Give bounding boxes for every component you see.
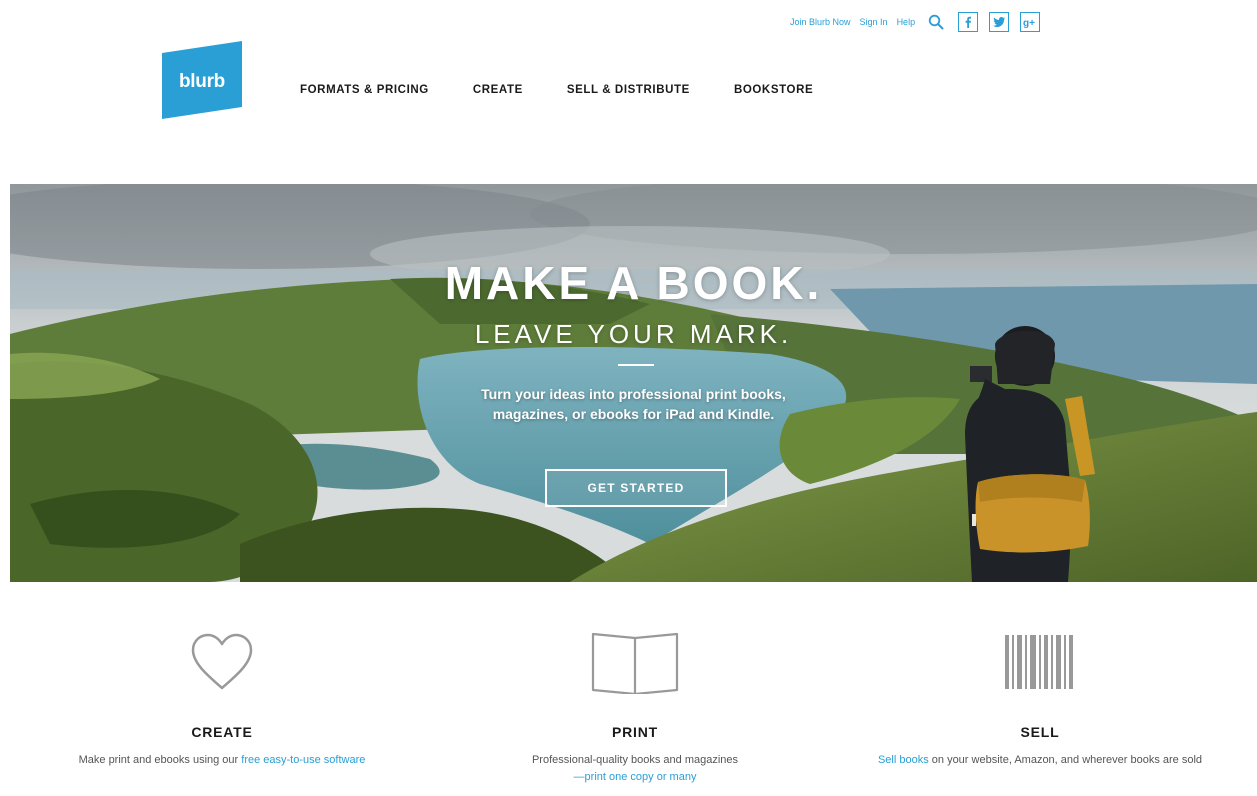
heart-icon [52,622,392,702]
sell-books-link[interactable]: Sell books [878,754,929,766]
feature-sell-title: SELL [1020,724,1060,740]
google-plus-icon[interactable]: g+ [1020,12,1041,32]
utility-bar: Join Blurb Now Sign In Help g+ [790,10,1051,34]
blurb-logo[interactable]: blurb [162,41,242,119]
sign-in-link[interactable]: Sign In [860,17,888,27]
print-one-copy-link[interactable]: —print one copy or many [574,771,697,783]
hero-banner: MAKE A BOOK. LEAVE YOUR MARK. Turn your … [10,184,1257,582]
feature-print-description: Professional-quality books and magazines… [465,752,805,786]
join-now-link[interactable]: Join Blurb Now [790,17,851,27]
facebook-icon[interactable] [958,12,979,32]
feature-create: CREATE Make print and ebooks using our f… [52,622,392,769]
feature-sell-desc-text: on your website, Amazon, and wherever bo… [928,754,1203,766]
open-book-icon [465,622,805,702]
nav-bookstore[interactable]: BOOKSTORE [734,84,813,96]
hero-divider [618,364,654,366]
feature-print: PRINT Professional-quality books and mag… [465,622,805,786]
feature-create-description: Make print and ebooks using our free eas… [52,752,392,769]
feature-print-title: PRINT [612,724,658,740]
svg-text:g+: g+ [1023,18,1035,28]
nav-formats-pricing[interactable]: FORMATS & PRICING [300,84,429,96]
get-started-button[interactable]: GET STARTED [545,469,727,507]
barcode-icon [870,622,1210,702]
help-link[interactable]: Help [897,17,916,27]
feature-sell: SELL Sell books on your website, Amazon,… [870,622,1210,769]
hero-landscape-image [10,184,1257,582]
feature-create-desc-text: Make print and ebooks using our [78,754,242,766]
main-nav: FORMATS & PRICING CREATE SELL & DISTRIBU… [300,84,857,96]
hero-description: Turn your ideas into professional print … [10,384,1257,424]
feature-sell-description: Sell books on your website, Amazon, and … [870,752,1210,769]
hero-description-line-1: Turn your ideas into professional print … [481,386,786,402]
hero-subtitle: LEAVE YOUR MARK. [474,319,793,349]
hero-description-line-2: magazines, or ebooks for iPad and Kindle… [492,406,775,422]
nav-create[interactable]: CREATE [473,84,523,96]
free-software-link[interactable]: free easy-to-use software [241,754,365,766]
feature-print-desc-text: Professional-quality books and magazines [531,754,739,766]
logo-text: blurb [179,71,225,92]
search-icon[interactable] [928,14,944,30]
nav-sell-distribute[interactable]: SELL & DISTRIBUTE [567,84,690,96]
hero-title: MAKE A BOOK. [444,257,823,309]
feature-create-title: CREATE [191,724,253,740]
twitter-icon[interactable] [989,12,1010,32]
